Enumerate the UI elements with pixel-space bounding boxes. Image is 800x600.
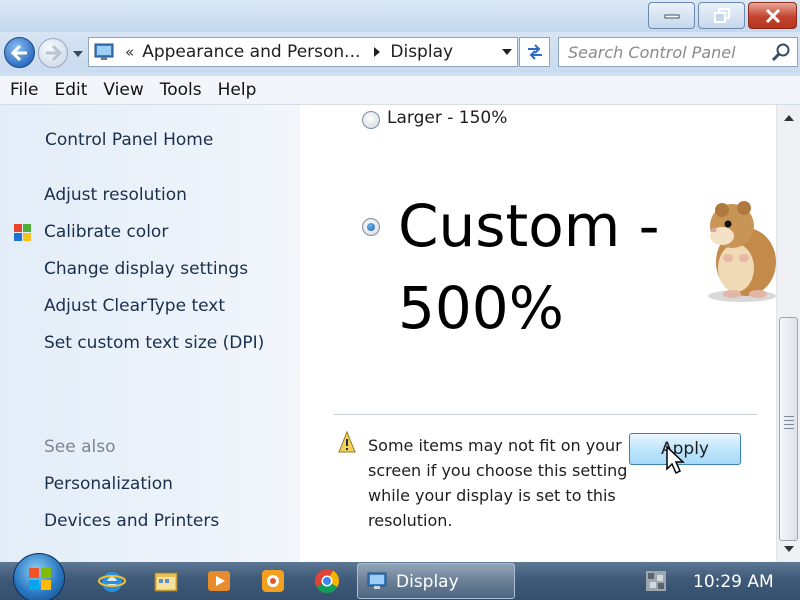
scroll-up-arrow-icon: [783, 115, 794, 121]
warning-icon: [338, 431, 356, 453]
devices-and-printers-link[interactable]: Devices and Printers: [44, 511, 219, 531]
back-button[interactable]: [4, 37, 35, 68]
calibrate-color-link[interactable]: Calibrate color: [44, 222, 168, 242]
media-player-icon[interactable]: [205, 567, 233, 595]
clock[interactable]: 10:29 AM: [693, 572, 774, 592]
internet-explorer-icon[interactable]: [98, 567, 126, 595]
scroll-up-button[interactable]: [777, 107, 800, 129]
grip-line: [784, 420, 794, 421]
menu-view[interactable]: View: [103, 80, 143, 100]
chevron-down-icon: [502, 49, 512, 55]
app-icon[interactable]: [259, 567, 287, 595]
menu-help[interactable]: Help: [218, 80, 257, 100]
arrow-left-icon: [10, 44, 27, 61]
forward-button[interactable]: [38, 38, 68, 68]
task-pane: Control Panel Home Adjust resolution Cal…: [0, 105, 300, 562]
breadcrumb-display[interactable]: Display: [390, 42, 453, 62]
display-icon: [367, 572, 387, 589]
control-panel-icon: [91, 39, 119, 65]
minimize-icon: [664, 14, 679, 18]
menu-bar: File Edit View Tools Help: [0, 76, 800, 105]
menu-tools[interactable]: Tools: [160, 80, 202, 100]
breadcrumb-appearance[interactable]: Appearance and Person...: [142, 42, 360, 62]
menu-edit[interactable]: Edit: [54, 80, 87, 100]
mouse-cursor-icon: [666, 445, 685, 475]
search-icon[interactable]: [771, 42, 791, 62]
title-bar: [0, 0, 800, 32]
scroll-thumb[interactable]: [779, 317, 798, 541]
radio-larger[interactable]: [362, 111, 380, 129]
refresh-button[interactable]: [519, 37, 550, 67]
option-label-larger[interactable]: Larger - 150%: [387, 108, 507, 128]
hamster-image: [708, 201, 776, 302]
chevron-down-icon: [73, 51, 83, 57]
taskbar-window-label: Display: [396, 572, 459, 592]
radio-custom[interactable]: [362, 218, 380, 236]
main-content: Larger - 150% Custom - 500% Some items m…: [300, 105, 776, 562]
personalization-link[interactable]: Personalization: [44, 474, 173, 494]
menu-file[interactable]: File: [10, 80, 38, 100]
restore-button[interactable]: [698, 2, 745, 29]
option-label-custom[interactable]: Custom - 500%: [398, 185, 698, 349]
grip-line: [784, 424, 794, 425]
scroll-down-arrow-icon: [783, 546, 794, 552]
vertical-scrollbar[interactable]: [776, 105, 800, 562]
minimize-button[interactable]: [648, 2, 695, 29]
recent-pages-button[interactable]: [71, 48, 85, 60]
divider: [334, 414, 757, 415]
arrow-right-icon: [46, 45, 62, 61]
windows-logo-icon: [29, 568, 51, 590]
warning-text: Some items may not fit on your screen if…: [368, 436, 628, 530]
close-icon: [765, 8, 780, 23]
grip-line: [784, 428, 794, 429]
control-panel-home-link[interactable]: Control Panel Home: [45, 130, 213, 150]
set-custom-text-size-link[interactable]: Set custom text size (DPI): [44, 333, 264, 353]
breadcrumb-arrow-icon[interactable]: [360, 47, 390, 57]
chrome-icon[interactable]: [313, 567, 341, 595]
grip-line: [784, 416, 794, 417]
adjust-cleartype-link[interactable]: Adjust ClearType text: [44, 296, 225, 316]
restore-icon: [713, 7, 730, 23]
breadcrumb-overflow[interactable]: «: [119, 43, 142, 61]
refresh-icon: [527, 44, 542, 60]
taskbar-window-display[interactable]: Display: [357, 563, 515, 599]
see-also-heading: See also: [44, 437, 116, 457]
address-dropdown-button[interactable]: [497, 38, 517, 66]
search-box[interactable]: [558, 37, 798, 67]
change-display-settings-link[interactable]: Change display settings: [44, 259, 248, 279]
windows-shield-icon: [14, 224, 31, 241]
scroll-down-button[interactable]: [777, 538, 800, 560]
adjust-resolution-link[interactable]: Adjust resolution: [44, 185, 187, 205]
navigation-bar: « Appearance and Person... Display: [0, 32, 800, 72]
network-icon[interactable]: [645, 570, 667, 592]
start-button[interactable]: [13, 553, 65, 600]
windows-explorer-icon[interactable]: [152, 567, 180, 595]
close-button[interactable]: [748, 2, 797, 29]
search-input[interactable]: [559, 38, 767, 66]
address-bar[interactable]: « Appearance and Person... Display: [88, 37, 518, 67]
taskbar: Display 10:29 AM: [0, 553, 800, 600]
